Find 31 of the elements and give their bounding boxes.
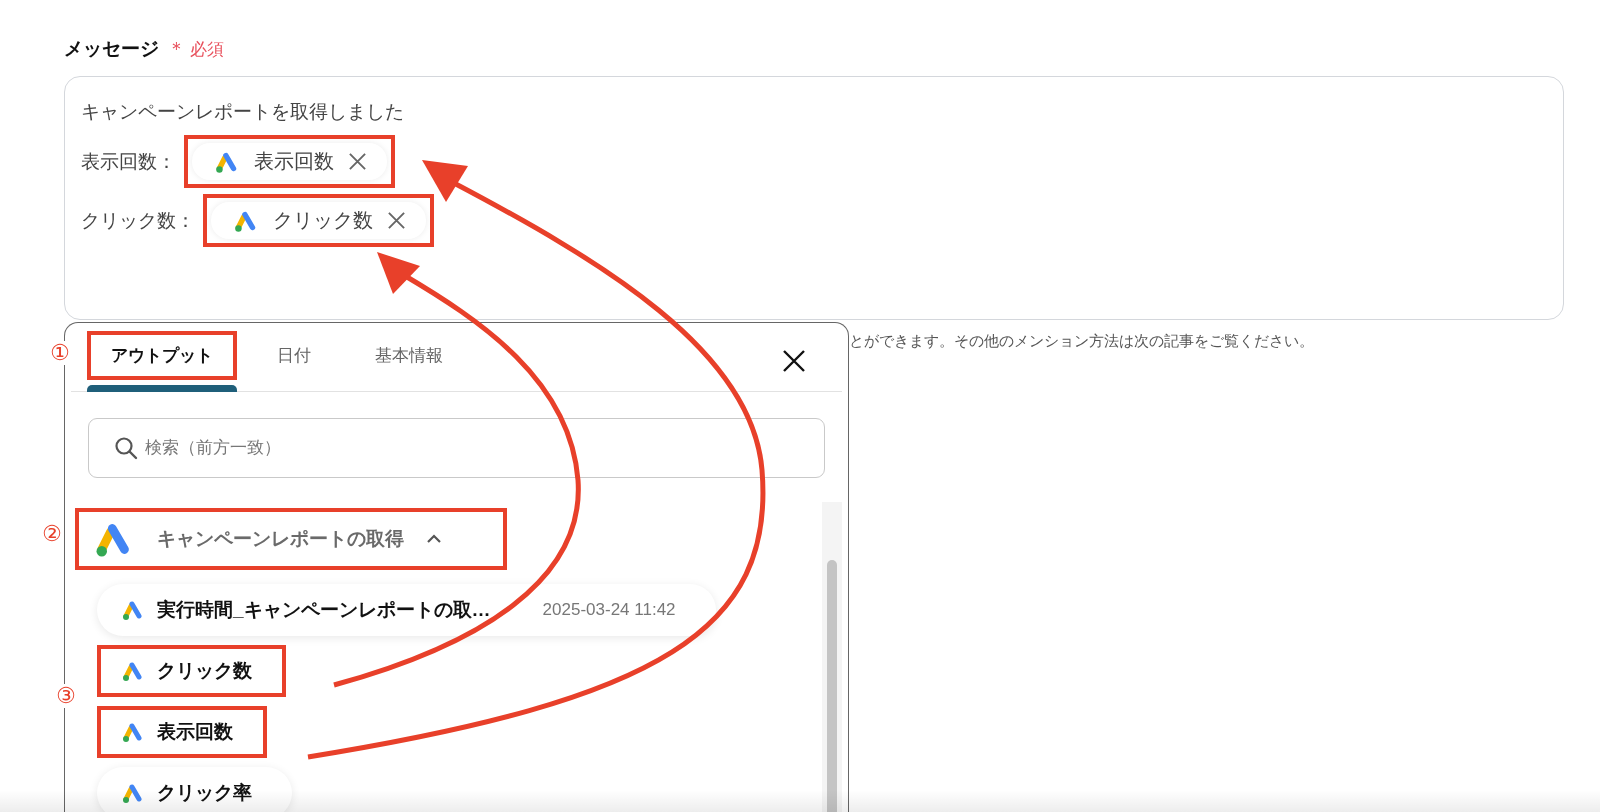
help-text: とができます。その他のメンション方法は次の記事をご覧ください。: [849, 332, 1314, 351]
message-text: クリック数：: [81, 208, 195, 233]
tab[interactable]: 基本情報: [351, 331, 467, 380]
chevron-icon: [426, 534, 442, 544]
output-item[interactable]: 表示回数: [97, 706, 267, 758]
variable-chip[interactable]: 表示回数: [192, 143, 387, 180]
required-label: 必須: [190, 39, 224, 61]
callout-number: ①: [49, 341, 71, 365]
required-mark: ＊: [167, 37, 186, 61]
message-text: キャンペーンレポートを取得しました: [81, 100, 404, 124]
tab[interactable]: 日付: [253, 331, 335, 380]
field-label: メッセージ: [64, 37, 159, 61]
message-field[interactable]: キャンペーンレポートを取得しました 表示回数： 表示回数 クリック数： クリック数: [64, 76, 1564, 320]
logo-icon: [121, 720, 145, 744]
chip-label: 表示回数: [254, 149, 334, 174]
message-text: 表示回数：: [81, 149, 176, 174]
variable-chip[interactable]: クリック数: [211, 202, 426, 239]
search-icon: [114, 436, 138, 460]
logo-icon: [121, 598, 145, 622]
logo-icon: [121, 659, 145, 683]
output-item[interactable]: クリック率: [97, 767, 292, 812]
callout-number: ③: [55, 684, 77, 708]
tab[interactable]: アウトプット: [87, 331, 237, 380]
close-icon[interactable]: [782, 349, 806, 373]
output-item[interactable]: 実行時間_キャンペーンレポートの取… 2025-03-24 11:42: [97, 584, 716, 636]
chip-label: クリック数: [273, 208, 373, 233]
scrollbar[interactable]: [822, 502, 842, 812]
output-item[interactable]: クリック数: [97, 645, 286, 697]
search-field[interactable]: 検索（前方一致）: [88, 418, 825, 478]
group-header[interactable]: キャンペーンレポートの取得: [75, 508, 507, 570]
logo-icon: [121, 781, 145, 805]
